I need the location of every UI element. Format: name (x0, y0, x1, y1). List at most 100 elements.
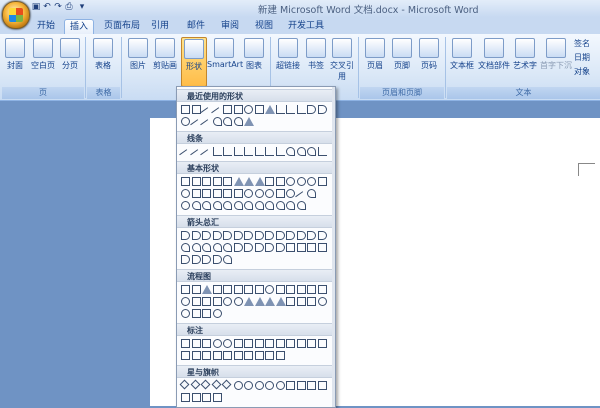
shape-icon[interactable] (265, 339, 274, 348)
shape-icon[interactable] (181, 351, 190, 360)
shape-icon[interactable] (181, 201, 190, 210)
shape-icon[interactable] (254, 285, 264, 294)
shape-icon[interactable] (202, 297, 211, 306)
shape-icon[interactable] (296, 177, 306, 186)
shape-icon[interactable] (317, 243, 327, 252)
shape-icon[interactable] (275, 285, 285, 294)
shape-icon[interactable] (254, 177, 265, 186)
shape-icon[interactable] (179, 149, 192, 162)
shape-icon[interactable] (223, 285, 232, 294)
shape-icon[interactable] (202, 243, 211, 252)
shape-icon[interactable] (265, 189, 274, 198)
shape-icon[interactable] (212, 243, 222, 252)
shape-icon[interactable] (275, 231, 285, 240)
shape-icon[interactable] (254, 201, 264, 210)
chart-button[interactable]: 图表 (243, 37, 265, 85)
shape-icon[interactable] (265, 105, 275, 114)
shape-icon[interactable] (286, 339, 295, 348)
shape-icon[interactable] (212, 255, 222, 264)
shape-icon[interactable] (181, 309, 190, 318)
shape-icon[interactable] (191, 393, 201, 402)
shape-icon[interactable] (254, 297, 265, 306)
shape-icon[interactable] (233, 231, 243, 240)
shape-icon[interactable] (202, 285, 212, 294)
shape-icon[interactable] (317, 147, 327, 156)
shape-icon[interactable] (307, 243, 316, 252)
signature-line-item[interactable]: 签名 (574, 38, 590, 49)
shape-icon[interactable] (181, 285, 190, 294)
shape-icon[interactable] (265, 201, 274, 210)
tab-home[interactable]: 开始 (32, 19, 60, 34)
wordart-button[interactable]: 艺术字 (512, 37, 538, 85)
smartart-button[interactable]: SmartArt (207, 37, 243, 85)
shapes-button[interactable]: 形状 (181, 37, 207, 87)
shape-icon[interactable] (286, 147, 295, 156)
shape-icon[interactable] (212, 285, 222, 294)
shape-icon[interactable] (202, 393, 211, 402)
shape-icon[interactable] (179, 379, 190, 390)
shape-icon[interactable] (191, 309, 201, 318)
tab-page-layout[interactable]: 页面布局 (100, 19, 144, 34)
shape-icon[interactable] (181, 231, 190, 240)
shape-icon[interactable] (317, 297, 327, 306)
shape-icon[interactable] (190, 379, 200, 390)
shape-icon[interactable] (286, 201, 295, 210)
shape-icon[interactable] (202, 255, 211, 264)
shape-icon[interactable] (317, 381, 327, 390)
shape-icon[interactable] (233, 381, 243, 390)
shape-icon[interactable] (223, 147, 232, 156)
shape-icon[interactable] (275, 189, 285, 198)
table-button[interactable]: 表格 (92, 37, 114, 85)
shape-icon[interactable] (233, 297, 243, 306)
shape-icon[interactable] (212, 201, 222, 210)
shape-icon[interactable] (223, 351, 232, 360)
shape-icon[interactable] (181, 105, 190, 114)
shape-icon[interactable] (275, 381, 285, 390)
drop-cap-button[interactable]: 首字下沉 (539, 37, 573, 85)
shape-icon[interactable] (211, 379, 221, 390)
save-icon[interactable]: ▣ (31, 2, 41, 13)
customize-qat-icon[interactable]: ▾ (77, 2, 87, 13)
shape-icon[interactable] (244, 105, 253, 114)
cross-reference-button[interactable]: 交叉引用 (330, 37, 354, 85)
shape-icon[interactable] (254, 351, 264, 360)
shape-icon[interactable] (244, 339, 253, 348)
text-box-button[interactable]: 文本框 (449, 37, 475, 85)
tab-developer[interactable]: 开发工具 (284, 19, 328, 34)
shape-icon[interactable] (223, 117, 232, 126)
shape-icon[interactable] (265, 285, 274, 294)
shape-icon[interactable] (212, 147, 222, 156)
shape-icon[interactable] (317, 285, 327, 294)
shape-icon[interactable] (191, 297, 201, 306)
shape-icon[interactable] (244, 117, 254, 126)
blank-page-button[interactable]: 空白页 (29, 37, 57, 85)
clip-art-button[interactable]: 剪贴画 (151, 37, 179, 85)
shape-icon[interactable] (191, 231, 201, 240)
shape-icon[interactable] (265, 177, 274, 186)
shape-icon[interactable] (317, 231, 327, 240)
shape-icon[interactable] (275, 243, 285, 252)
shape-icon[interactable] (233, 117, 243, 126)
shape-icon[interactable] (200, 379, 211, 390)
shape-icon[interactable] (307, 339, 316, 348)
shape-icon[interactable] (202, 201, 211, 210)
shape-icon[interactable] (223, 201, 232, 210)
shape-icon[interactable] (221, 379, 232, 390)
shape-icon[interactable] (200, 149, 213, 162)
shape-icon[interactable] (212, 339, 222, 348)
shape-icon[interactable] (223, 231, 232, 240)
shape-icon[interactable] (223, 177, 232, 186)
shape-icon[interactable] (191, 243, 201, 252)
shape-icon[interactable] (265, 381, 274, 390)
shape-icon[interactable] (317, 105, 327, 114)
shape-icon[interactable] (233, 351, 243, 360)
shape-icon[interactable] (223, 189, 232, 198)
shape-icon[interactable] (181, 243, 190, 252)
picture-button[interactable]: 图片 (127, 37, 149, 85)
shape-icon[interactable] (244, 297, 254, 306)
shape-icon[interactable] (265, 231, 274, 240)
shape-icon[interactable] (296, 147, 306, 156)
print-icon[interactable]: ⎙ (64, 2, 74, 13)
shape-icon[interactable] (191, 201, 201, 210)
shape-icon[interactable] (212, 117, 222, 126)
